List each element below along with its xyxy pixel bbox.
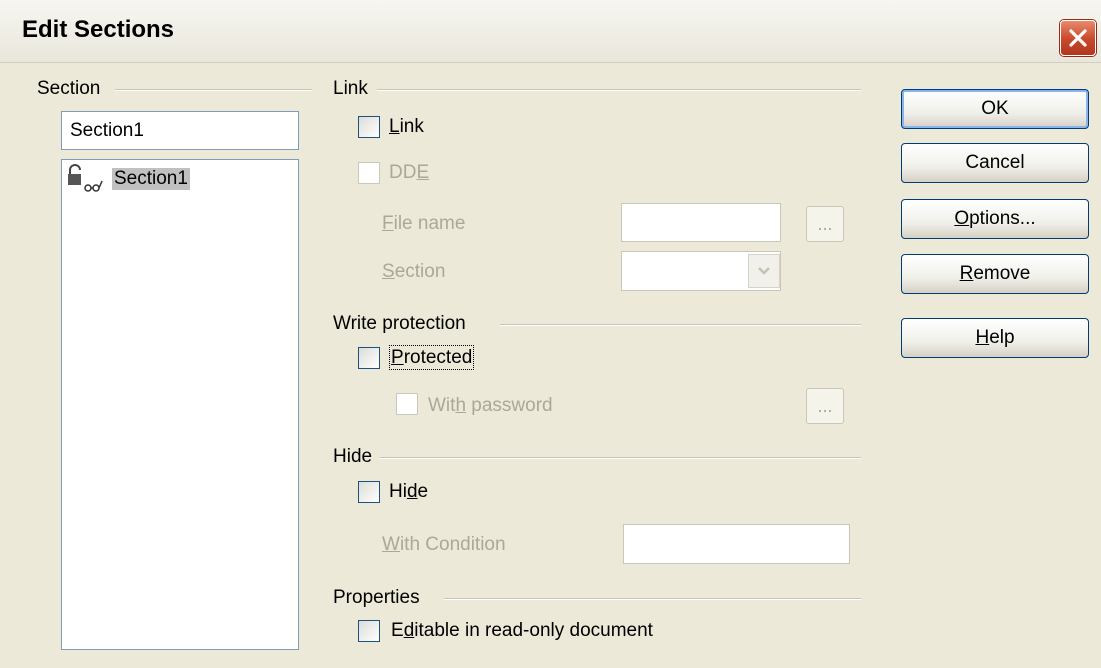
link-checkbox[interactable] — [358, 116, 380, 138]
dde-checkbox-label: DDE — [389, 162, 430, 183]
section-select-label: Section — [382, 261, 446, 282]
editable-checkbox[interactable] — [358, 620, 380, 642]
title-bar: Edit Sections — [0, 0, 1101, 63]
with-condition-field[interactable] — [623, 524, 850, 564]
hide-checkbox[interactable] — [358, 481, 380, 503]
link-group-label: Link — [333, 78, 368, 99]
protected-checkbox-label[interactable]: Protected — [388, 345, 475, 370]
section-select[interactable] — [621, 251, 781, 291]
with-password-label: With password — [428, 395, 553, 416]
options-button[interactable]: Options... — [901, 199, 1089, 239]
close-icon — [1069, 29, 1087, 47]
link-group-divider — [377, 89, 861, 91]
section-select-dropdown-button[interactable] — [748, 254, 780, 288]
section-name-input[interactable] — [62, 112, 298, 149]
remove-button[interactable]: Remove — [901, 254, 1089, 294]
list-item[interactable]: Section1 — [66, 163, 190, 195]
section-name-field[interactable] — [61, 111, 299, 150]
ok-button[interactable]: OK — [901, 89, 1089, 129]
with-condition-input[interactable] — [624, 525, 849, 563]
protected-checkbox[interactable] — [358, 347, 380, 369]
chevron-down-icon — [758, 267, 770, 275]
section-lock-icon — [68, 164, 103, 192]
hide-checkbox-label[interactable]: Hide — [389, 480, 428, 504]
cancel-button[interactable]: Cancel — [901, 143, 1089, 183]
dialog-title: Edit Sections — [22, 16, 175, 43]
help-button[interactable]: Help — [901, 318, 1089, 358]
section-group-label: Section — [37, 78, 101, 99]
editable-checkbox-label[interactable]: Editable in read-only document — [391, 619, 653, 643]
hide-group-label: Hide — [333, 446, 373, 467]
password-button[interactable]: ... — [806, 388, 844, 424]
list-item-label: Section1 — [112, 168, 190, 190]
link-checkbox-label[interactable]: Link — [389, 115, 424, 139]
with-condition-label: With Condition — [382, 534, 506, 555]
section-group-divider — [115, 89, 312, 91]
hide-group-divider — [380, 457, 861, 459]
dde-checkbox[interactable] — [358, 162, 380, 184]
section-list[interactable]: Section1 — [61, 159, 299, 650]
properties-group-label: Properties — [333, 587, 420, 608]
file-name-input[interactable] — [622, 204, 780, 241]
write-protection-group-divider — [500, 324, 861, 326]
file-name-label: File name — [382, 213, 466, 234]
properties-group-divider — [444, 598, 861, 600]
file-name-field[interactable] — [621, 203, 781, 242]
close-button[interactable] — [1060, 20, 1096, 56]
write-protection-group-label: Write protection — [333, 313, 466, 334]
with-password-checkbox[interactable] — [396, 393, 418, 415]
file-browse-button[interactable]: ... — [806, 206, 844, 242]
